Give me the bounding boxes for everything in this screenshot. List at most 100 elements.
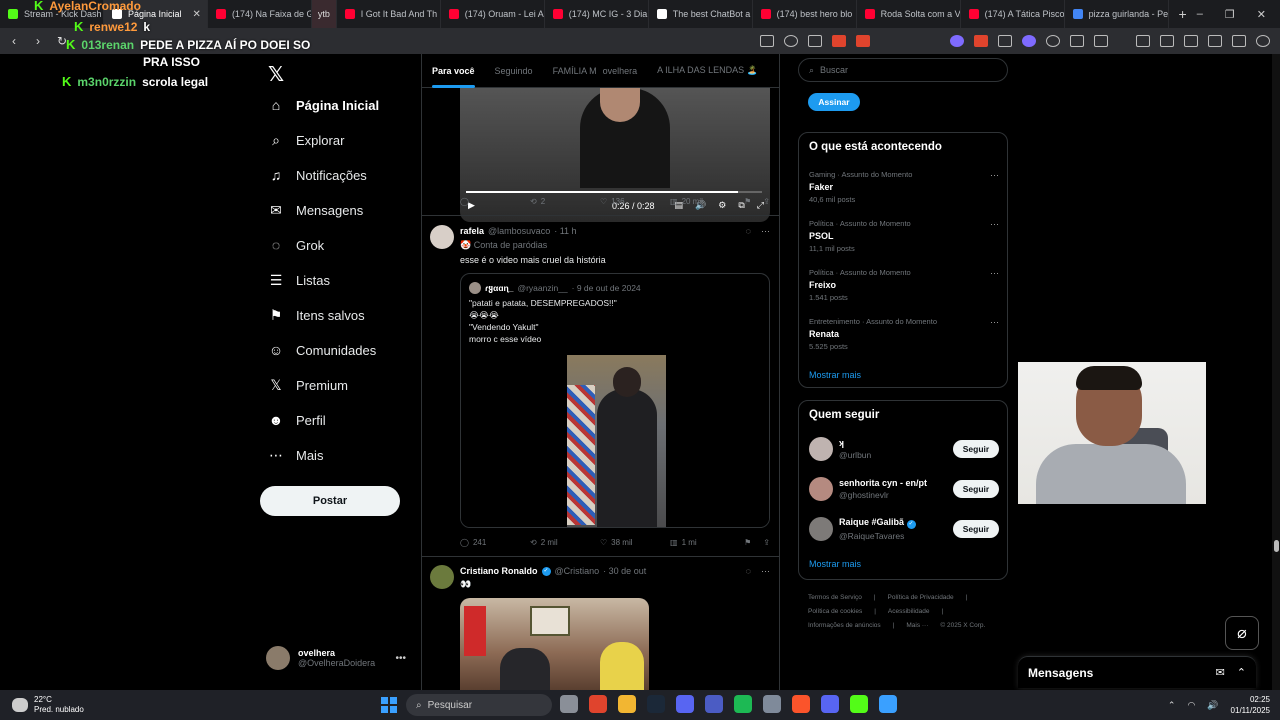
windows-start-icon[interactable] [381,697,397,713]
zoom-icon[interactable] [784,35,798,47]
brave-shield-icon[interactable] [832,35,846,47]
reply-button[interactable]: ◯ [460,197,530,206]
more-options-icon[interactable]: ··· [990,219,999,229]
follow-button[interactable]: Seguir [953,520,999,538]
expand-chevron-icon[interactable]: ⌃ [1237,666,1246,679]
account-switcher[interactable]: ovelhera @OvelheraDoidera ••• [266,646,406,670]
like-button[interactable]: ♡ 38 mil [600,538,670,547]
taskbar-app-icon[interactable] [647,695,665,713]
trends-show-more-link[interactable]: Mostrar mais [809,370,861,380]
taskbar-app-icon[interactable] [821,695,839,713]
tab-ovelhera[interactable]: ovelhera [603,66,638,76]
sidebar-item-listas[interactable]: ☰ Listas [268,272,330,288]
browser-tab[interactable]: (174) best hero blo [753,0,857,28]
taskbar-app-icon[interactable] [676,695,694,713]
weather-widget[interactable]: 22°C Pred. nublado [0,695,84,715]
footer-link[interactable]: Política de cookies [808,608,862,615]
sidebar-item-mensagens[interactable]: ✉ Mensagens [268,202,363,218]
trend-item[interactable]: Política · Assunto do Momento PSOL 11,1 … [809,219,999,253]
extension-icon[interactable] [1046,35,1060,47]
sidebar-item-mais[interactable]: ⋯ Mais [268,447,323,463]
messages-drawer[interactable]: Mensagens ✉ ⌃ [1018,656,1256,688]
minimize-button[interactable]: – [1197,8,1203,21]
taskbar-app-icon[interactable] [792,695,810,713]
views-button[interactable]: ▥ 20 mil [670,197,740,206]
video-progress-bar[interactable] [466,191,762,193]
leo-icon[interactable] [1208,35,1222,47]
taskbar-app-icon[interactable] [618,695,636,713]
tab-seguindo[interactable]: Seguindo [495,66,533,76]
browser-tab[interactable]: I Got It Bad And Th [337,0,441,28]
footer-link[interactable]: Informações de anúncios [808,622,881,629]
extensions-puzzle-icon[interactable] [1070,35,1084,47]
grok-icon[interactable]: ⌀ [1225,616,1259,650]
post-button[interactable]: Postar [260,486,400,516]
share-icon[interactable]: ⇪ [763,538,770,547]
sidebar-item-notificações[interactable]: ♫ Notificações [268,167,367,183]
sidebar-item-explorar[interactable]: ⌕ Explorar [268,132,344,148]
wallet-icon[interactable] [1094,35,1108,47]
cast-icon[interactable] [760,35,774,47]
avatar[interactable] [430,565,454,589]
follow-suggestion[interactable]: ʞ @urlbun Seguir [809,436,999,462]
browser-tab[interactable]: (174) MC IG - 3 Dia [545,0,649,28]
footer-link[interactable]: Acessibilidade [888,608,930,615]
tab-para-voce[interactable]: Para você [432,66,475,88]
taskbar-app-icon[interactable] [763,695,781,713]
grok-icon[interactable]: ◌ [746,566,751,576]
taskbar-search[interactable]: ⌕ Pesquisar [406,694,552,716]
more-options-icon[interactable]: ··· [990,317,999,327]
follow-button[interactable]: Seguir [953,440,999,458]
new-message-icon[interactable]: ✉ [1216,666,1225,679]
taskbar-app-icon[interactable] [734,695,752,713]
quoted-tweet[interactable]: ɾყαɑɳ_ @ryaanzin__ · 9 de out de 2024 "p… [460,273,770,528]
extension-icon[interactable] [1022,35,1036,47]
sidebar-item-perfil[interactable]: ☻ Perfil [268,412,326,428]
extension-icon[interactable] [950,35,964,47]
menu-icon[interactable] [1256,35,1270,47]
sidebar-item-comunidades[interactable]: ☺ Comunidades [268,342,376,358]
tab-ilha-das-lendas[interactable]: A ILHA DAS LENDAS 🏝️ [657,65,758,76]
sidebar-item-grok[interactable]: ◌ Grok [268,237,324,253]
trend-item[interactable]: Gaming · Assunto do Momento Faker 40,6 m… [809,170,999,204]
follow-suggestion[interactable]: Raique #Galibã ✓ @RaiqueTavares Seguir [809,516,999,542]
footer-link[interactable]: Termos de Serviço [808,594,862,601]
extension-icon[interactable] [974,35,988,47]
taskbar-app-icon[interactable] [705,695,723,713]
repost-button[interactable]: ⟲ 2 [530,197,600,206]
bookmark-icon[interactable]: ⚑ [744,538,751,547]
taskbar-clock[interactable]: 02:25 01/11/2025 [1231,694,1270,716]
scrollbar-thumb[interactable] [1274,540,1279,552]
tweet-author-name[interactable]: rafela [460,226,484,236]
follow-button[interactable]: Seguir [953,480,999,498]
taskbar-app-icon[interactable] [560,695,578,713]
wifi-icon[interactable]: ◠ [1187,700,1195,711]
browser-tab[interactable]: The best ChatBot a [649,0,753,28]
bookmark-icon[interactable]: ⚑ [744,197,751,206]
footer-link[interactable]: Política de Privacidade [888,594,954,601]
share-icon[interactable] [808,35,822,47]
vpn-icon[interactable] [1232,35,1246,47]
trend-item[interactable]: Política · Assunto do Momento Freixo 1.5… [809,268,999,302]
tray-overflow-icon[interactable]: ⌃ [1168,700,1176,711]
sidebar-icon[interactable] [1160,35,1174,47]
tweet-author-handle[interactable]: @Cristiano [555,566,600,576]
avatar[interactable] [430,225,454,249]
browser-tab[interactable]: pizza guirlanda - Pe [1065,0,1169,28]
share-icon[interactable]: ⇪ [763,197,770,206]
quoted-video[interactable] [461,355,769,527]
more-options-icon[interactable]: ··· [990,170,999,180]
browser-tab[interactable]: (174) A Tática Pisco [961,0,1065,28]
follow-show-more-link[interactable]: Mostrar mais [809,559,861,569]
repost-button[interactable]: ⟲ 2 mil [530,538,600,547]
tweet-author-name[interactable]: Cristiano Ronaldo [460,566,538,576]
speaker-icon[interactable]: 🔊 [1207,700,1218,711]
reply-button[interactable]: ◯ 241 [460,538,530,547]
subscribe-button[interactable]: Assinar [808,93,860,111]
browser-tab[interactable]: (174) Oruam - Lei A [441,0,545,28]
tweet-image[interactable] [460,598,649,690]
tab-familia[interactable]: FAMÍLIA M [553,66,597,76]
wallet-icon[interactable] [1184,35,1198,47]
brave-rewards-icon[interactable] [856,35,870,47]
grok-icon[interactable]: ◌ [746,226,751,236]
